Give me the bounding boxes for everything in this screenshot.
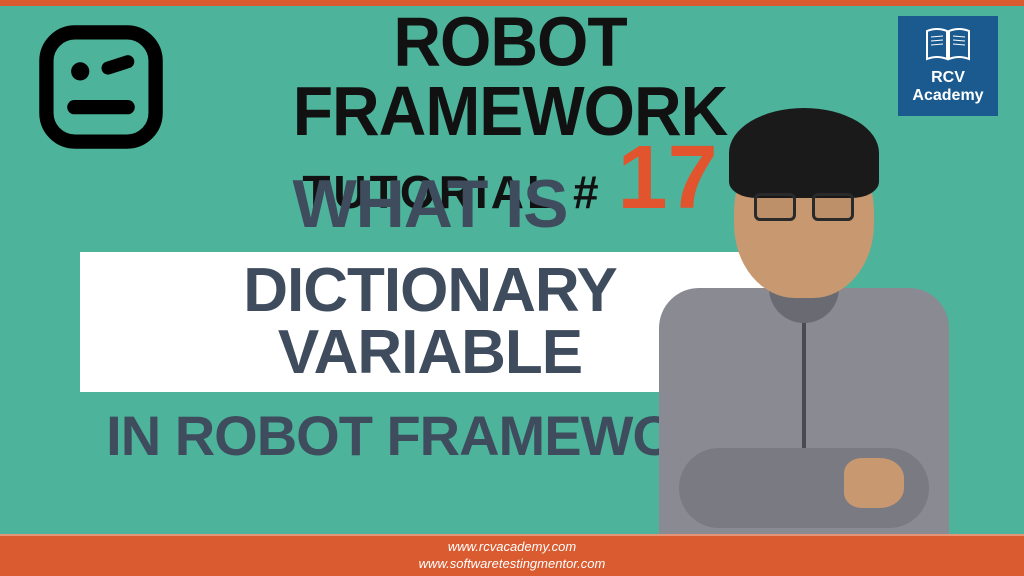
rcv-academy-badge: RCV Academy [898,16,998,116]
presenter-photo [654,108,954,548]
rcv-line1: RCV [931,69,965,86]
footer-url-1: www.rcvacademy.com [448,539,576,556]
rcv-line2: Academy [912,87,983,104]
footer-url-2: www.softwaretestingmentor.com [419,556,606,573]
footer-bar: www.rcvacademy.com www.softwaretestingme… [0,534,1024,576]
open-book-icon [925,27,971,63]
robot-framework-logo-icon [36,22,166,152]
rcv-badge-text: RCV Academy [912,69,983,104]
